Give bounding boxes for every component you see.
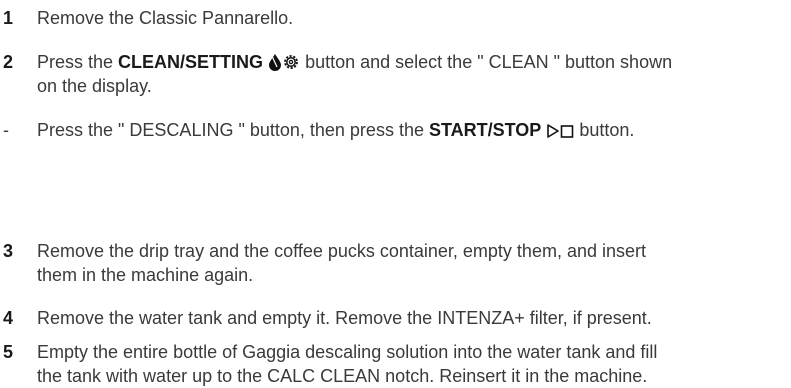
step-text-line1: Remove the drip tray and the coffee puck… <box>37 241 647 261</box>
step-text: Remove the drip tray and the coffee puck… <box>37 239 782 287</box>
step-text-post: button. <box>574 120 635 140</box>
play-icon <box>547 124 560 138</box>
step-number: 2 <box>3 52 14 72</box>
step-text: Empty the entire bottle of Gaggia descal… <box>37 340 782 388</box>
step-number: 3 <box>3 241 14 261</box>
step-text-pre: Press the " DESCALING " button, then pre… <box>37 120 429 140</box>
step-number: 5 <box>3 342 14 362</box>
stop-icon <box>561 125 574 138</box>
step-text-line2: them in the machine again. <box>37 265 254 285</box>
step-number: 1 <box>3 8 14 28</box>
step-text: Press the " DESCALING " button, then pre… <box>37 118 782 142</box>
gear-icon <box>284 55 298 69</box>
step-text: Press the CLEAN/SETTING button and selec… <box>37 50 782 98</box>
step-text-post: button and select the " CLEAN " button s… <box>300 52 673 72</box>
step-text: Remove the Classic Pannarello. <box>37 8 294 28</box>
step-number: 4 <box>3 308 14 328</box>
drop-icon <box>269 54 282 71</box>
sub-step-dash: - <box>3 120 9 140</box>
step-text-line1: Empty the entire bottle of Gaggia descal… <box>37 342 658 362</box>
start-stop-button-label: START/STOP <box>428 120 542 140</box>
step-text-pre: Press the <box>37 52 119 72</box>
step-text-line2: the tank with water up to the CALC CLEAN… <box>37 366 648 386</box>
step-text-continued: on the display. <box>37 76 152 96</box>
step-text: Remove the water tank and empty it. Remo… <box>37 308 652 328</box>
manual-page: { "steps": [ {"num": "1", "text": "Remov… <box>0 0 791 388</box>
clean-setting-button-label: CLEAN/SETTING <box>118 52 264 72</box>
